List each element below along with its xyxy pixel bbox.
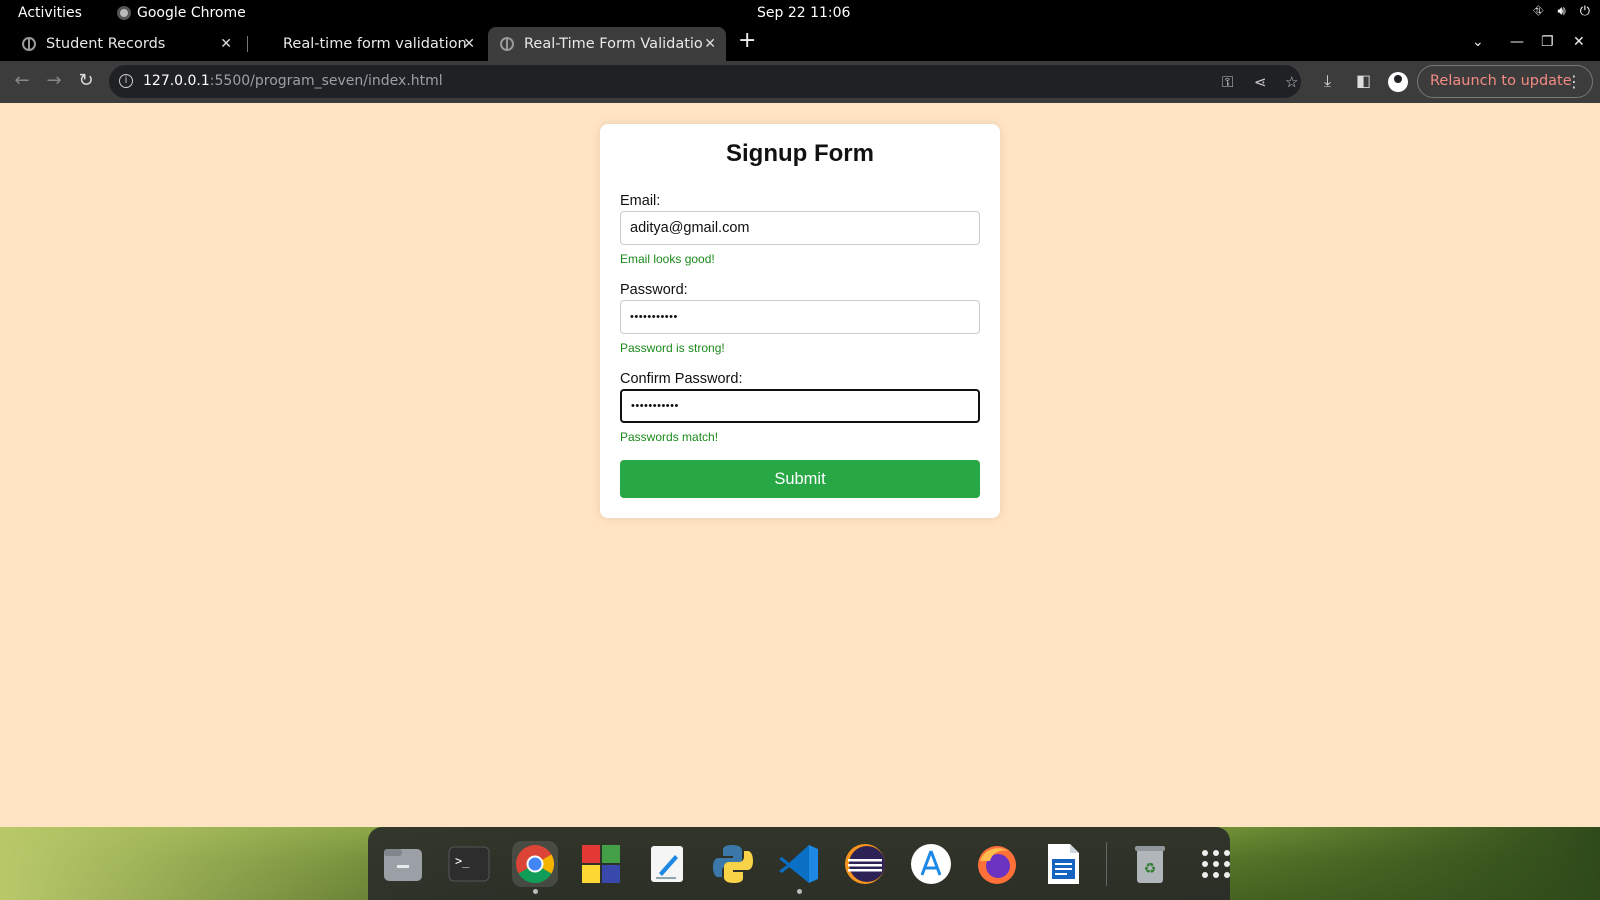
app-store-icon[interactable] <box>908 841 954 887</box>
form-title: Signup Form <box>726 140 874 167</box>
password-label: Password: <box>620 282 688 298</box>
new-tab-plus-icon[interactable]: + <box>738 30 756 52</box>
minimize-icon[interactable]: — <box>1510 34 1524 50</box>
text-editor-icon[interactable] <box>644 841 690 887</box>
app-name: Google Chrome <box>137 5 246 21</box>
svg-text:>_: >_ <box>455 854 470 868</box>
menu-dots-icon[interactable]: ⋮ <box>1566 66 1582 97</box>
system-top-bar: Activities Google Chrome Sep 22 11:06 ⛗ … <box>0 0 1600 27</box>
terminal-icon[interactable]: >_ <box>446 841 492 887</box>
running-indicator <box>533 888 538 894</box>
writer-icon[interactable] <box>1040 841 1086 887</box>
clock[interactable]: Sep 22 11:06 <box>757 5 850 21</box>
email-label: Email: <box>620 193 661 209</box>
url-path: :5500/program_seven/index.html <box>209 73 443 89</box>
relaunch-button[interactable]: Relaunch to update ⋮ <box>1417 65 1593 98</box>
reload-icon[interactable]: ↻ <box>74 70 98 91</box>
confirm-password-validation-message: Passwords match! <box>620 430 719 444</box>
tab-label: Student Records <box>46 36 166 52</box>
system-tray[interactable]: ⛗ 🔊︎ ⏻ <box>1533 4 1590 19</box>
tab-search-chevron-icon[interactable]: ⌄ <box>1472 34 1484 50</box>
close-tab-icon[interactable]: ✕ <box>463 36 475 52</box>
confirm-password-label: Confirm Password: <box>620 371 743 387</box>
bookmark-star-icon[interactable]: ☆ <box>1285 73 1298 91</box>
dock-separator <box>1106 841 1107 886</box>
tab-separator <box>247 36 248 52</box>
password-input[interactable]: ••••••••••• <box>620 300 980 334</box>
tab-label: Real-time form validation <box>283 36 467 52</box>
files-icon[interactable] <box>380 841 426 887</box>
email-validation-message: Email looks good! <box>620 252 715 266</box>
activities-button[interactable]: Activities <box>18 5 82 21</box>
network-icon[interactable]: ⛗ <box>1533 4 1543 19</box>
back-arrow-icon[interactable]: ← <box>10 70 34 91</box>
chrome-icon[interactable] <box>512 840 558 894</box>
running-indicator <box>797 888 802 894</box>
browser-toolbar: ← → ↻ i 127.0.0.1:5500/program_seven/ind… <box>0 61 1600 103</box>
chrome-mini-icon <box>117 6 131 20</box>
svg-text:♻: ♻ <box>1144 861 1157 877</box>
share-icon[interactable]: ⋖ <box>1254 73 1267 91</box>
forward-arrow-icon[interactable]: → <box>42 70 66 91</box>
close-window-icon[interactable]: ✕ <box>1573 34 1585 50</box>
tab-realtime-form-validation[interactable]: Real-time form validation ✕ <box>250 27 485 61</box>
trash-icon[interactable]: ♻ <box>1127 841 1173 887</box>
app-menu[interactable]: Google Chrome <box>117 5 246 21</box>
tab-label: Real-Time Form Validatio <box>524 36 703 52</box>
restore-icon[interactable]: ❐ <box>1541 34 1554 50</box>
power-icon[interactable]: ⏻ <box>1580 4 1590 19</box>
tab-strip: Student Records ✕ Real-time form validat… <box>0 27 1600 61</box>
email-input[interactable]: aditya@gmail.com <box>620 211 980 245</box>
url-host: 127.0.0.1 <box>143 73 210 89</box>
signup-form-card: Signup Form Email: aditya@gmail.com Emai… <box>600 124 1000 518</box>
app-grid-colored-icon[interactable] <box>578 841 624 887</box>
eclipse-icon[interactable] <box>842 841 888 887</box>
confirm-password-input[interactable]: ••••••••••• <box>620 389 980 423</box>
tab-student-records[interactable]: Student Records ✕ <box>10 27 242 61</box>
key-icon[interactable]: ⚿ <box>1222 73 1233 91</box>
close-tab-icon[interactable]: ✕ <box>704 36 716 52</box>
tab-active-form-validation[interactable]: Real-Time Form Validatio ✕ <box>488 27 726 61</box>
download-icon[interactable]: ⤓ <box>1324 71 1331 91</box>
url-text[interactable]: 127.0.0.1:5500/program_seven/index.html <box>143 73 443 89</box>
submit-button[interactable]: Submit <box>620 460 980 498</box>
profile-avatar-icon[interactable] <box>1388 72 1408 92</box>
globe-icon <box>500 37 514 51</box>
close-tab-icon[interactable]: ✕ <box>220 36 232 52</box>
globe-icon <box>22 37 36 51</box>
show-apps-icon[interactable] <box>1193 841 1239 887</box>
vscode-icon[interactable] <box>776 841 822 894</box>
site-info-icon[interactable]: i <box>119 74 133 88</box>
volume-icon[interactable]: 🔊︎ <box>1558 4 1566 19</box>
relaunch-label: Relaunch to update <box>1430 73 1572 89</box>
dock: >_ ♻ <box>368 827 1230 900</box>
wallpaper-dark-area <box>1180 827 1600 900</box>
page-viewport: Signup Form Email: aditya@gmail.com Emai… <box>0 103 1600 827</box>
firefox-icon[interactable] <box>974 841 1020 887</box>
address-bar[interactable]: i 127.0.0.1:5500/program_seven/index.htm… <box>109 65 1301 98</box>
password-validation-message: Password is strong! <box>620 341 725 355</box>
python-icon[interactable] <box>710 841 756 887</box>
side-panel-icon[interactable]: ◧ <box>1356 71 1371 90</box>
